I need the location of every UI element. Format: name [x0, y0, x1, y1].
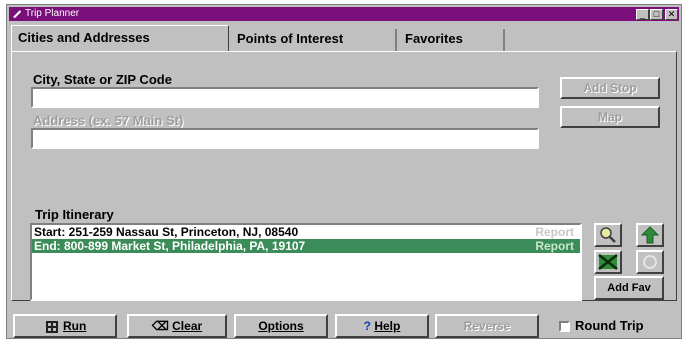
- move-up-button[interactable]: [636, 223, 664, 247]
- itinerary-row-start[interactable]: Start: 251-259 Nassau St, Princeton, NJ,…: [32, 225, 580, 239]
- itinerary-row-end[interactable]: End: 800-899 Market St, Philadelphia, PA…: [32, 239, 580, 253]
- clear-broom-icon: ⌫: [151, 319, 169, 333]
- magnifier-icon: [600, 227, 616, 243]
- run-flag-icon: [45, 320, 58, 333]
- reverse-button[interactable]: Reverse: [435, 314, 539, 338]
- address-input[interactable]: [31, 128, 539, 149]
- tab-favorites[interactable]: Favorites: [399, 29, 505, 51]
- zoom-button[interactable]: [594, 223, 622, 247]
- run-button[interactable]: Run: [13, 314, 117, 338]
- itinerary-list[interactable]: Start: 251-259 Nassau St, Princeton, NJ,…: [30, 223, 582, 301]
- window-title: Trip Planner: [25, 8, 80, 19]
- maximize-button[interactable]: □: [650, 9, 663, 20]
- move-down-button[interactable]: [636, 250, 664, 274]
- address-label: Address (ex. 57 Main St): [33, 113, 184, 128]
- city-input[interactable]: [31, 87, 539, 108]
- clear-button[interactable]: ⌫ Clear: [127, 314, 227, 338]
- round-trip-label: Round Trip: [575, 318, 644, 333]
- help-button[interactable]: ? Help: [335, 314, 429, 338]
- map-button[interactable]: Map: [560, 106, 660, 128]
- title-bar[interactable]: Trip Planner _ □ ✕: [9, 7, 679, 21]
- tab-points-of-interest[interactable]: Points of Interest: [231, 29, 397, 51]
- clear-label: Clear: [172, 319, 203, 333]
- options-button[interactable]: Options: [234, 314, 328, 338]
- round-trip-checkbox[interactable]: [559, 321, 570, 332]
- delete-x-icon: [598, 254, 618, 270]
- minimize-button[interactable]: _: [636, 9, 649, 20]
- arrow-up-icon: [640, 226, 660, 244]
- add-fav-button[interactable]: Add Fav: [594, 276, 664, 300]
- help-question-icon: ?: [363, 319, 371, 333]
- tab-cities-and-addresses[interactable]: Cities and Addresses: [11, 25, 229, 52]
- arrow-down-disabled-icon: [643, 255, 657, 269]
- run-label: Run: [63, 319, 87, 333]
- add-stop-button[interactable]: Add Stop: [560, 77, 660, 99]
- trip-planner-window: Trip Planner _ □ ✕ Cities and Addresses …: [6, 4, 682, 339]
- city-label: City, State or ZIP Code: [33, 72, 172, 87]
- delete-stop-button[interactable]: [594, 250, 622, 274]
- options-label: Options: [258, 319, 304, 333]
- close-button[interactable]: ✕: [665, 9, 678, 20]
- itinerary-label: Trip Itinerary: [35, 207, 114, 222]
- help-label: Help: [374, 319, 401, 333]
- app-icon: [13, 10, 21, 18]
